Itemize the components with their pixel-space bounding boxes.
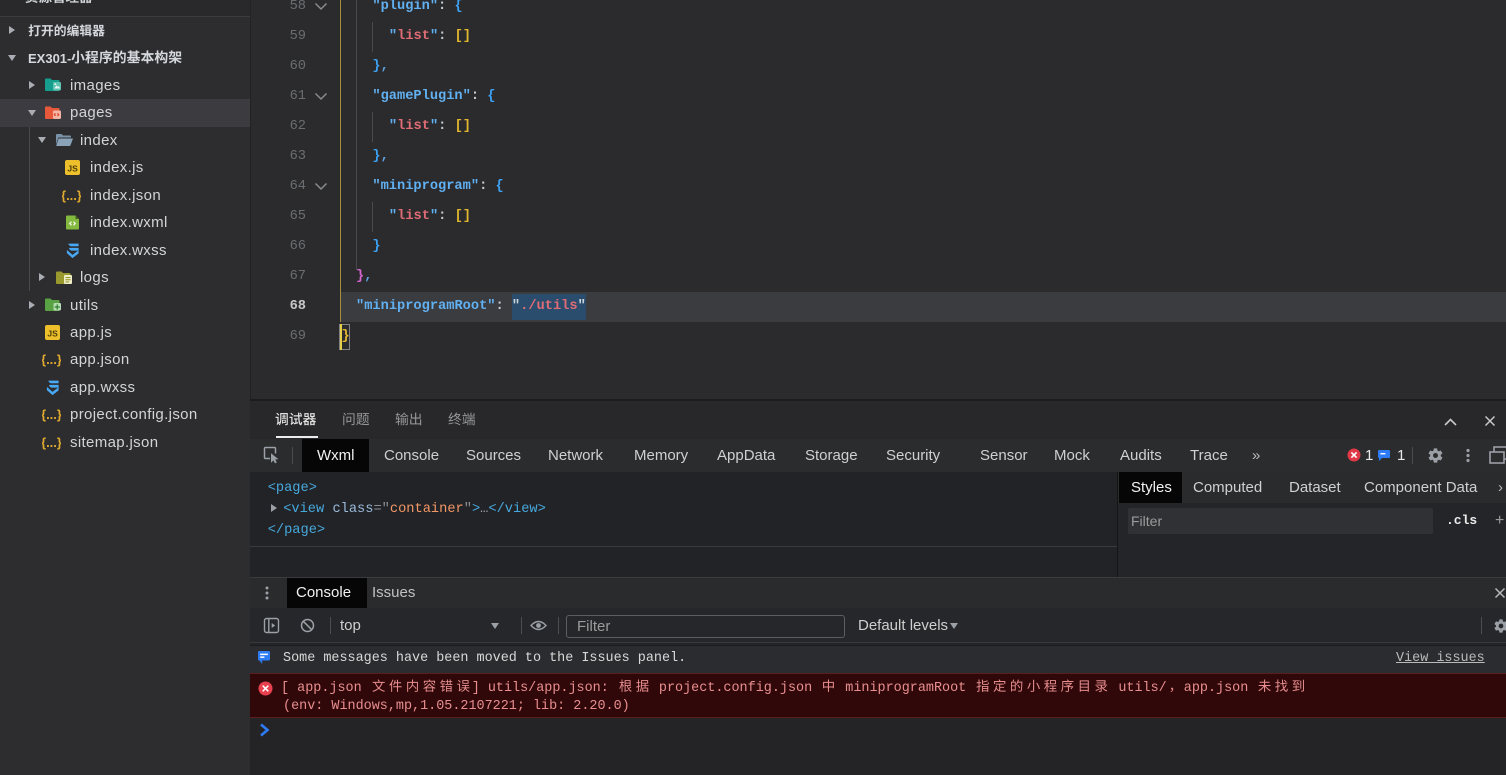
svg-text:{...}: {...} <box>42 353 61 368</box>
svg-text:JS: JS <box>47 329 58 339</box>
svg-text:JS: JS <box>67 164 78 174</box>
svg-text:{...}: {...} <box>42 407 61 422</box>
svg-text:{...}: {...} <box>62 188 81 203</box>
svg-text:{...}: {...} <box>42 435 61 450</box>
